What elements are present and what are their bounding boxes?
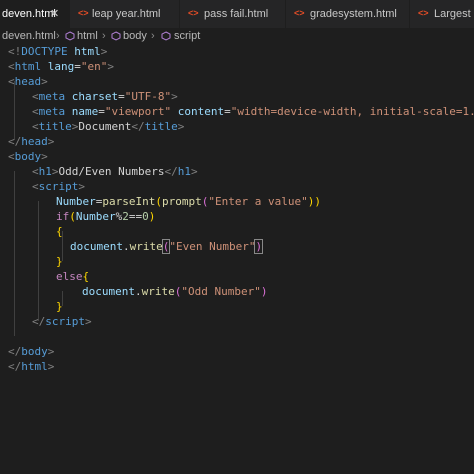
code-area[interactable]: <!DOCTYPE html> <html lang="en"> <head> …	[0, 44, 474, 474]
breadcrumb-separator: ›	[56, 30, 60, 42]
html-file-icon: <>	[418, 8, 429, 18]
breadcrumb: deven.html › html › body › script	[0, 28, 474, 44]
indent-guide	[14, 81, 15, 140]
code-editor: deven.html ✕ <> leap year.html <> pass f…	[0, 0, 474, 474]
html-file-icon: <>	[78, 8, 89, 18]
breadcrumb-file[interactable]: deven.html	[2, 28, 56, 44]
close-icon[interactable]: ✕	[50, 0, 59, 28]
breadcrumb-item-html[interactable]: html	[77, 28, 98, 44]
tab-gradesystem-html[interactable]: <> gradesystem.html	[286, 0, 410, 28]
code-line-18: }	[56, 300, 63, 313]
breadcrumb-item-body[interactable]: body	[123, 28, 147, 44]
code-line-5: <meta name="viewport" content="width=dev…	[32, 105, 474, 118]
code-line-10: <script>	[32, 180, 85, 193]
tab-label: deven.html	[2, 8, 56, 20]
tab-label: Largest	[434, 8, 471, 20]
tab-label: gradesystem.html	[310, 8, 397, 20]
tab-label: leap year.html	[92, 8, 161, 20]
breadcrumb-item-script[interactable]: script	[174, 28, 200, 44]
breadcrumb-separator: ›	[102, 30, 106, 42]
tab-leap-year-html[interactable]: <> leap year.html	[70, 0, 180, 28]
code-line-1: <!DOCTYPE html>	[8, 45, 108, 58]
code-line-8: <body>	[8, 150, 48, 163]
element-icon	[161, 31, 171, 41]
element-icon	[65, 31, 75, 41]
html-file-icon: <>	[188, 8, 199, 18]
code-line-6: <title>Document</title>	[32, 120, 185, 133]
code-line-15: }	[56, 255, 63, 268]
code-line-22: </html>	[8, 360, 55, 373]
code-line-19: </script>	[32, 315, 92, 328]
indent-guide	[14, 171, 15, 336]
code-line-21: </body>	[8, 345, 55, 358]
code-line-17: document.write("Odd Number")	[82, 285, 268, 298]
tab-bar: deven.html ✕ <> leap year.html <> pass f…	[0, 0, 474, 28]
code-line-13: {	[56, 225, 63, 238]
breadcrumb-separator: ›	[151, 30, 155, 42]
tab-largest[interactable]: <> Largest	[410, 0, 474, 28]
code-line-4: <meta charset="UTF-8">	[32, 90, 178, 103]
code-line-9: <h1>Odd/Even Numbers</h1>	[32, 165, 198, 178]
code-line-2: <html lang="en">	[8, 60, 114, 73]
indent-guide	[38, 201, 39, 321]
text-cursor	[262, 240, 264, 254]
tab-pass-fail-html[interactable]: <> pass fail.html	[180, 0, 286, 28]
code-line-16: else{	[56, 270, 90, 283]
code-line-7: </head>	[8, 135, 55, 148]
code-line-14: document.write("Even Number")	[70, 239, 264, 254]
code-line-11: Number=parseInt(prompt("Enter a value"))	[56, 195, 321, 208]
element-icon	[111, 31, 121, 41]
code-line-12: if(Number%2==0)	[56, 210, 156, 223]
tab-label: pass fail.html	[204, 8, 269, 20]
tab-deven-html[interactable]: deven.html ✕	[0, 0, 70, 28]
html-file-icon: <>	[294, 8, 305, 18]
code-line-3: <head>	[8, 75, 48, 88]
